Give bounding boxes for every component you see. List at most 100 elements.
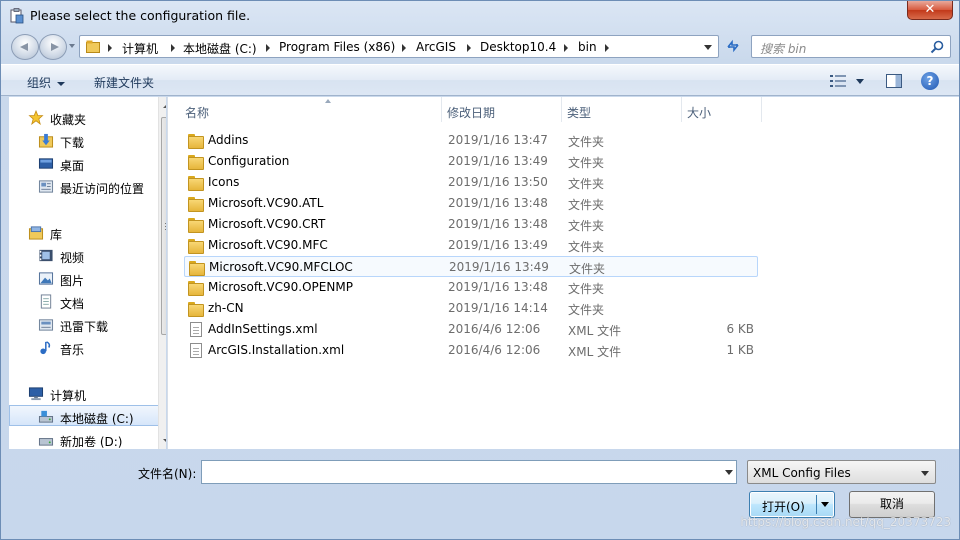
nav-desktop[interactable]: 桌面 [9, 153, 159, 174]
nav-libraries[interactable]: 库 [9, 222, 159, 243]
column-header-name[interactable]: 名称 [185, 97, 442, 122]
drive-icon [38, 438, 54, 446]
file-row[interactable]: Microsoft.VC90.ATL 2019/1/16 13:48 文件夹 [184, 193, 758, 214]
local-disk-icon [38, 410, 54, 423]
file-modified-date: 2019/1/16 13:48 [448, 217, 548, 231]
title-bar: Please select the configuration file. ✕ [1, 1, 959, 31]
nav-recent-places[interactable]: 最近访问的位置 [9, 176, 159, 197]
open-button[interactable]: 打开(O) [749, 491, 835, 518]
view-options-icon[interactable] [830, 75, 846, 87]
file-row[interactable]: Icons 2019/1/16 13:50 文件夹 [184, 172, 758, 193]
preview-pane-icon[interactable] [886, 74, 902, 88]
folder-icon [188, 154, 204, 170]
nav-scrollbar[interactable] [158, 97, 166, 449]
scroll-down-icon[interactable] [163, 439, 166, 443]
file-type: XML 文件 [568, 324, 622, 338]
nav-volume-d[interactable]: 新加卷 (D:) [9, 429, 159, 449]
filename-input[interactable] [201, 460, 737, 484]
column-header-size[interactable]: 大小 [687, 97, 762, 122]
nav-computer[interactable]: 计算机 [9, 383, 159, 404]
nav-local-disk-c[interactable]: 本地磁盘 (C:) [9, 405, 159, 426]
breadcrumb-bin[interactable]: bin [578, 40, 597, 54]
forward-button[interactable] [39, 34, 67, 60]
recent-locations-dropdown[interactable] [69, 44, 75, 48]
split-divider [816, 495, 817, 514]
chevron-down-icon [921, 471, 929, 476]
file-name: Microsoft.VC90.CRT [208, 217, 326, 231]
refresh-icon [726, 39, 739, 53]
open-dropdown-icon[interactable] [821, 502, 829, 507]
address-bar[interactable]: 计算机 本地磁盘 (C:) Program Files (x86) ArcGIS… [79, 35, 719, 58]
file-modified-date: 2019/1/16 13:48 [448, 280, 548, 294]
breadcrumb-desktop104[interactable]: Desktop10.4 [480, 40, 556, 54]
filename-label: 文件名(N): [138, 467, 197, 481]
xml-file-icon [190, 322, 202, 337]
breadcrumb-separator[interactable] [266, 44, 270, 52]
file-type: 文件夹 [568, 156, 605, 170]
nav-pictures[interactable]: 图片 [9, 268, 159, 289]
file-row[interactable]: ArcGIS.Installation.xml 2016/4/6 12:06 XML… [184, 340, 758, 361]
file-name: Microsoft.VC90.MFCLOC [209, 260, 353, 274]
breadcrumb-separator[interactable] [171, 44, 175, 52]
file-row[interactable]: Microsoft.VC90.MFCLOC 2019/1/16 13:49 文件夹 [184, 256, 758, 277]
nav-favorites[interactable]: 收藏夹 [9, 107, 159, 128]
file-row[interactable]: Microsoft.VC90.OPENMP 2019/1/16 13:48 文件夹 [184, 277, 758, 298]
filename-dropdown-icon[interactable] [725, 470, 733, 475]
help-icon[interactable]: ? [921, 72, 939, 90]
file-name: Icons [208, 175, 240, 189]
search-icon[interactable] [930, 40, 944, 54]
breadcrumb-separator[interactable] [108, 44, 112, 52]
nav-downloads[interactable]: 下载 [9, 130, 159, 151]
breadcrumb-local-disk-c[interactable]: 本地磁盘 (C:) [183, 40, 257, 57]
breadcrumb-computer[interactable]: 计算机 [122, 40, 158, 57]
file-row[interactable]: AddInSettings.xml 2016/4/6 12:06 XML 文件 6 K… [184, 319, 758, 340]
search-box[interactable]: 搜索 bin [751, 35, 951, 58]
nav-label: 音乐 [60, 343, 85, 357]
star-icon [28, 110, 44, 125]
breadcrumb-arcgis[interactable]: ArcGIS [416, 40, 456, 54]
file-row[interactable]: Configuration 2019/1/16 13:49 文件夹 [184, 151, 758, 172]
file-row[interactable]: Addins 2019/1/16 13:47 文件夹 [184, 130, 758, 151]
cancel-button[interactable]: 取消 [849, 491, 935, 518]
back-button[interactable] [11, 34, 39, 60]
close-button[interactable]: ✕ [907, 1, 953, 20]
nav-documents[interactable]: 文档 [9, 291, 159, 312]
folder-icon [188, 217, 204, 233]
nav-music[interactable]: 音乐 [9, 337, 159, 358]
folder-icon [188, 133, 204, 149]
refresh-button[interactable] [721, 35, 744, 58]
file-modified-date: 2019/1/16 13:49 [449, 260, 549, 274]
scroll-up-icon[interactable] [163, 104, 166, 108]
column-header-date[interactable]: 修改日期 [447, 97, 562, 122]
new-folder-button[interactable]: 新建文件夹 [94, 74, 154, 91]
nav-xunlei-downloads[interactable]: 迅雷下载 [9, 314, 159, 335]
file-type: 文件夹 [568, 198, 605, 212]
grip-icon [165, 223, 166, 230]
search-input[interactable]: 搜索 bin [760, 40, 806, 57]
scrollbar-thumb[interactable] [161, 117, 166, 335]
file-name: Addins [208, 133, 249, 147]
breadcrumb-program-files-x86[interactable]: Program Files (x86) [279, 40, 395, 54]
file-size: 6 KB [726, 322, 754, 336]
nav-label: 收藏夹 [50, 113, 87, 127]
breadcrumb-separator[interactable] [564, 44, 568, 52]
breadcrumb-separator[interactable] [605, 44, 609, 52]
file-type-select[interactable]: XML Config Files [747, 460, 936, 484]
breadcrumb-separator[interactable] [467, 44, 471, 52]
videos-icon [39, 249, 53, 262]
organize-button[interactable]: 组织 [27, 74, 66, 91]
file-modified-date: 2016/4/6 12:06 [448, 343, 541, 357]
file-row[interactable]: Microsoft.VC90.MFC 2019/1/16 13:49 文件夹 [184, 235, 758, 256]
view-dropdown-icon[interactable] [856, 79, 864, 84]
nav-label: 迅雷下载 [60, 320, 109, 334]
file-modified-date: 2016/4/6 12:06 [448, 322, 541, 336]
file-row[interactable]: Microsoft.VC90.CRT 2019/1/16 13:48 文件夹 [184, 214, 758, 235]
address-dropdown-icon[interactable] [704, 45, 712, 50]
nav-videos[interactable]: 视频 [9, 245, 159, 266]
file-name: Microsoft.VC90.ATL [208, 196, 324, 210]
toolbar: 组织 新建文件夹 ? [1, 64, 959, 96]
file-row[interactable]: zh-CN 2019/1/16 14:14 文件夹 [184, 298, 758, 319]
column-header-type[interactable]: 类型 [567, 97, 682, 122]
breadcrumb-separator[interactable] [402, 44, 406, 52]
file-modified-date: 2019/1/16 13:48 [448, 196, 548, 210]
